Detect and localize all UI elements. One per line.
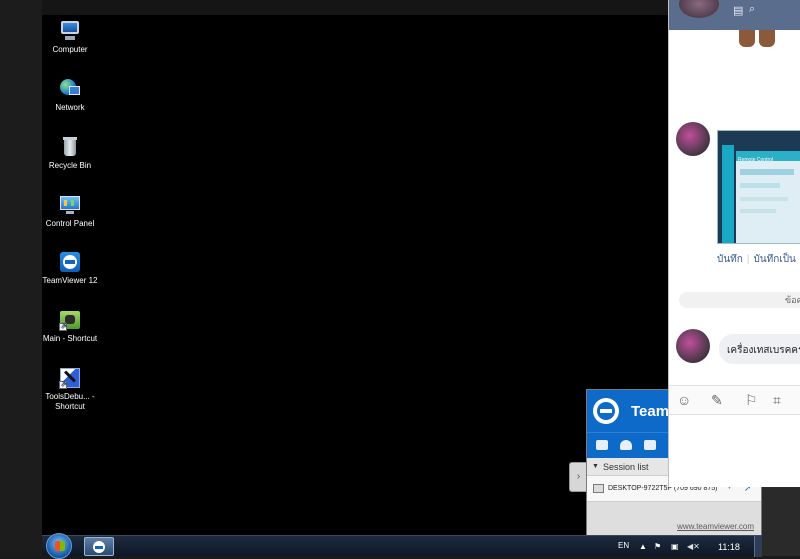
chat-input-toolbar: ☺ ✎ ⚐ ⌗ (669, 385, 800, 415)
teamviewer-footer: www.teamviewer.com (587, 502, 761, 535)
desktop-icon-control-panel[interactable]: Control Panel (40, 194, 100, 229)
action-center-flag-icon[interactable]: ⚑ (654, 542, 661, 551)
background-strip (762, 487, 800, 556)
image-actions: บันทึก | บันทึกเป็น (717, 252, 796, 267)
desktop-icon-teamviewer[interactable]: TeamViewer 12 (40, 251, 100, 286)
sticker-image (739, 30, 779, 47)
tools-debug-icon: ↗ (59, 367, 81, 389)
avatar[interactable] (679, 0, 719, 18)
crop-icon[interactable]: ⌗ (773, 392, 781, 409)
desktop-icon-label: Recycle Bin (48, 161, 92, 170)
save-as-link[interactable]: บันทึกเป็น (753, 254, 795, 265)
tray-chevron-icon[interactable]: ▲ (639, 542, 647, 551)
recycle-bin-icon (59, 136, 81, 158)
desktop-icon-main-shortcut[interactable]: ↗ Main - Shortcut (40, 309, 100, 344)
clock[interactable]: 11:18 (718, 542, 740, 552)
divider: | (746, 254, 750, 265)
language-indicator[interactable]: EN (618, 541, 629, 550)
shortcut-arrow-icon: ↗ (59, 323, 67, 331)
control-panel-icon (59, 194, 81, 216)
chat-window: ▤ ⌕ Remote Control บันทึก | บันทึกเป็น ข้อ… (668, 0, 800, 487)
windows-logo-icon (55, 541, 65, 551)
start-button[interactable] (46, 533, 72, 559)
screen-left-frame (0, 0, 42, 556)
computer-icon (59, 20, 81, 42)
teamviewer-icon (59, 251, 81, 273)
message-bubble: เครื่องเทสเบรคคร (719, 334, 800, 364)
teamviewer-website-link[interactable]: www.teamviewer.com (677, 522, 754, 531)
video-icon[interactable] (596, 440, 608, 450)
collapse-triangle-icon: ▼ (592, 463, 599, 470)
network-icon (59, 78, 81, 100)
image-message[interactable]: Remote Control (717, 130, 800, 244)
date-separator: ข้อค (679, 292, 800, 308)
image-caption-text: Remote Control (738, 157, 774, 163)
chat-icon[interactable] (644, 440, 656, 450)
message-input[interactable] (669, 416, 800, 487)
search-icon[interactable]: ⌕ (749, 3, 755, 16)
emoji-icon[interactable]: ☺ (677, 392, 691, 408)
network-tray-icon[interactable]: ▣ (671, 542, 679, 551)
teamviewer-collapse-tab[interactable]: › (569, 462, 587, 492)
shortcut-arrow-icon: ↗ (59, 381, 67, 389)
teamviewer-title: Team (631, 403, 670, 420)
note-icon[interactable]: ▤ (733, 4, 743, 17)
main-app-icon: ↗ (59, 309, 81, 331)
desktop-icon-recycle-bin[interactable]: Recycle Bin (40, 136, 100, 171)
desktop-icon-label: Network (55, 103, 85, 112)
save-link[interactable]: บันทึก (717, 254, 743, 265)
avatar[interactable] (676, 329, 710, 363)
desktop-icon-label: TeamViewer 12 (42, 276, 98, 285)
headset-icon[interactable] (620, 440, 632, 450)
show-desktop-button[interactable] (754, 536, 762, 557)
desktop-icon-label: Computer (52, 45, 88, 54)
desktop-icon-label: Main - Shortcut (42, 334, 98, 343)
desktop-icon-network[interactable]: Network (40, 78, 100, 113)
chat-header: ▤ ⌕ (669, 0, 800, 30)
bookmark-icon[interactable]: ⚐ (745, 392, 758, 409)
desktop-icon-label: Control Panel (45, 219, 95, 228)
taskbar-teamviewer-button[interactable] (84, 537, 114, 556)
teamviewer-logo-icon (593, 398, 619, 424)
desktop-icon-toolsdebug-shortcut[interactable]: ↗ ToolsDebu... - Shortcut (40, 367, 100, 412)
taskbar: EN ▲ ⚑ ▣ ◀✕ 11:18 (42, 533, 762, 559)
monitor-icon (593, 484, 604, 493)
desktop-icon-label: ToolsDebu... - Shortcut (45, 392, 95, 411)
volume-muted-icon[interactable]: ◀✕ (687, 542, 700, 551)
session-list-label: Session list (603, 462, 649, 472)
avatar[interactable] (676, 122, 710, 156)
attachment-icon[interactable]: ✎ (711, 392, 723, 409)
desktop-icon-computer[interactable]: Computer (40, 20, 100, 55)
